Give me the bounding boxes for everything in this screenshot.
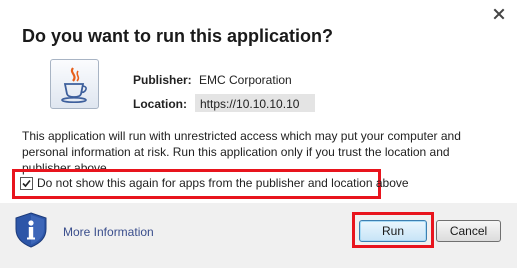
- run-button[interactable]: Run: [359, 220, 427, 242]
- do-not-show-again-checkbox[interactable]: [20, 176, 33, 190]
- dialog-title: Do you want to run this application?: [22, 26, 333, 46]
- do-not-show-again-option[interactable]: Do not show this again for apps from the…: [20, 176, 409, 190]
- java-icon: [50, 59, 99, 109]
- cancel-button[interactable]: Cancel: [436, 220, 501, 242]
- location-label: Location:: [133, 97, 187, 111]
- dialog-content-area: Do you want to run this application? Pub…: [0, 0, 517, 203]
- publisher-label: Publisher:: [133, 73, 192, 87]
- more-information-link[interactable]: More Information: [63, 225, 154, 239]
- location-value: https://10.10.10.10: [200, 97, 300, 111]
- do-not-show-again-label[interactable]: Do not show this again for apps from the…: [37, 176, 409, 190]
- run-application-dialog: Do you want to run this application? Pub…: [0, 0, 517, 268]
- publisher-value: EMC Corporation: [199, 73, 292, 87]
- close-icon[interactable]: [493, 7, 505, 20]
- shield-info-icon: [14, 212, 48, 248]
